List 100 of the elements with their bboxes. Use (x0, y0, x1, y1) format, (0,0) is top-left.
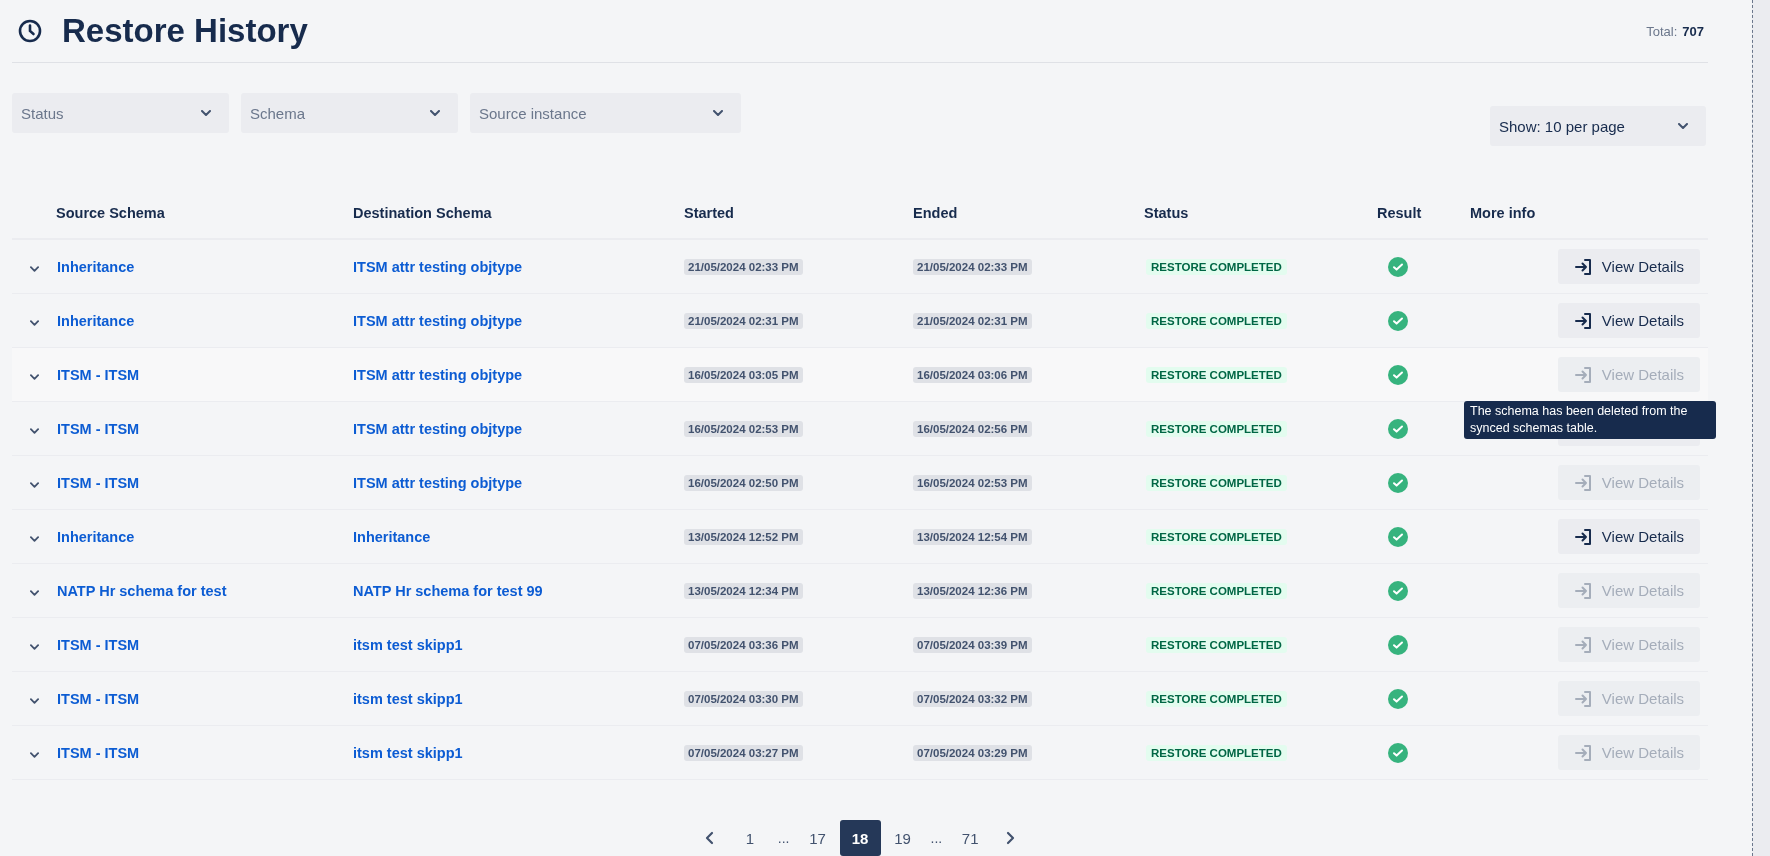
destination-schema-link[interactable]: ITSM attr testing objtype (353, 474, 523, 491)
source-schema-link[interactable]: ITSM - ITSM (57, 690, 140, 707)
filter-dropdown[interactable]: Status (12, 93, 229, 133)
source-schema-link[interactable]: ITSM - ITSM (57, 474, 140, 491)
source-schema-link[interactable]: Inheritance (57, 312, 135, 329)
end-date-tag: 07/05/2024 03:39 PM (913, 637, 1032, 653)
end-date-tag: 07/05/2024 03:29 PM (913, 745, 1032, 761)
column-header: Ended (913, 205, 958, 221)
destination-schema-link[interactable]: NATP Hr schema for test 99 (353, 582, 543, 599)
page-button[interactable]: 1 (731, 820, 768, 856)
destination-schema-link[interactable]: itsm test skipp1 (353, 690, 463, 707)
chevron-left-icon (704, 831, 715, 845)
start-date-tag: 07/05/2024 03:30 PM (684, 691, 803, 707)
start-date-tag: 07/05/2024 03:27 PM (684, 745, 803, 761)
status-lozenge: RESTORE COMPLETED (1146, 475, 1287, 491)
column-header: Result (1377, 205, 1422, 221)
page-button[interactable]: 71 (952, 820, 989, 856)
expand-chevron-icon (29, 481, 39, 488)
page-ellipsis: ... (929, 830, 944, 846)
page-title: Restore History (62, 12, 308, 50)
page-size-dropdown[interactable]: Show: 10 per page (1490, 106, 1706, 146)
destination-schema-link[interactable]: itsm test skipp1 (353, 636, 463, 653)
start-date-tag: 16/05/2024 02:53 PM (684, 421, 803, 437)
enter-icon (1573, 526, 1594, 547)
column-header: Destination Schema (353, 205, 492, 221)
source-schema-link[interactable]: ITSM - ITSM (57, 366, 140, 383)
source-schema-link[interactable]: NATP Hr schema for test (57, 582, 227, 599)
status-lozenge: RESTORE COMPLETED (1146, 421, 1287, 437)
expand-chevron-icon (29, 643, 39, 650)
end-date-tag: 07/05/2024 03:32 PM (913, 691, 1032, 707)
start-date-tag: 13/05/2024 12:52 PM (684, 529, 803, 545)
end-date-tag: 16/05/2024 02:56 PM (913, 421, 1032, 437)
end-date-tag: 13/05/2024 12:54 PM (913, 529, 1032, 545)
expand-chevron-icon (29, 319, 39, 326)
status-lozenge: RESTORE COMPLETED (1146, 691, 1287, 707)
enter-icon (1573, 688, 1594, 709)
column-header: More info (1470, 205, 1536, 221)
source-schema-link[interactable]: ITSM - ITSM (57, 636, 140, 653)
column-header: Source Schema (56, 205, 165, 221)
destination-schema-link[interactable]: ITSM attr testing objtype (353, 258, 523, 275)
end-date-tag: 16/05/2024 02:53 PM (913, 475, 1032, 491)
column-header: Started (684, 205, 734, 221)
filter-dropdown[interactable]: Schema (241, 93, 458, 133)
view-details-button[interactable]: View Details (1558, 303, 1700, 338)
enter-icon (1573, 364, 1594, 385)
expand-chevron-icon (29, 427, 39, 434)
source-schema-link[interactable]: ITSM - ITSM (57, 744, 140, 761)
view-details-button[interactable]: View Details (1558, 249, 1700, 284)
page-ellipsis: ... (776, 830, 791, 846)
column-header: Status (1144, 205, 1189, 221)
expand-chevron-icon (29, 589, 39, 596)
destination-schema-link[interactable]: Inheritance (353, 528, 431, 545)
start-date-tag: 13/05/2024 12:34 PM (684, 583, 803, 599)
expand-chevron-icon (29, 697, 39, 704)
enter-icon (1573, 256, 1594, 277)
end-date-tag: 21/05/2024 02:31 PM (913, 313, 1032, 329)
filter-dropdown[interactable]: Source instance (470, 93, 741, 133)
end-date-tag: 16/05/2024 03:06 PM (913, 367, 1032, 383)
chevron-down-icon (430, 110, 440, 116)
enter-icon (1573, 634, 1594, 655)
expand-chevron-icon (29, 751, 39, 758)
destination-schema-link[interactable]: ITSM attr testing objtype (353, 312, 523, 329)
chevron-down-icon (201, 110, 211, 116)
expand-chevron-icon (29, 373, 39, 380)
clock-icon (18, 19, 42, 43)
start-date-tag: 16/05/2024 03:05 PM (684, 367, 803, 383)
end-date-tag: 13/05/2024 12:36 PM (913, 583, 1032, 599)
enter-icon (1573, 472, 1594, 493)
destination-schema-link[interactable]: itsm test skipp1 (353, 744, 463, 761)
chevron-down-icon (713, 110, 723, 116)
enter-icon (1573, 310, 1594, 331)
source-schema-link[interactable]: Inheritance (57, 258, 135, 275)
enter-icon (1573, 742, 1594, 763)
start-date-tag: 16/05/2024 02:50 PM (684, 475, 803, 491)
status-lozenge: RESTORE COMPLETED (1146, 367, 1287, 383)
end-date-tag: 21/05/2024 02:33 PM (913, 259, 1032, 275)
start-date-tag: 07/05/2024 03:36 PM (684, 637, 803, 653)
status-lozenge: RESTORE COMPLETED (1146, 637, 1287, 653)
status-lozenge: RESTORE COMPLETED (1146, 529, 1287, 545)
chevron-right-icon (1005, 831, 1016, 845)
source-schema-link[interactable]: ITSM - ITSM (57, 420, 140, 437)
chevron-down-icon (1678, 123, 1688, 129)
page-button[interactable]: 18 (839, 820, 881, 856)
expand-chevron-icon (29, 265, 39, 272)
total-label: Total: (1646, 23, 1678, 39)
page-button[interactable]: 17 (799, 820, 836, 856)
tooltip: The schema has been deleted from the synced schemas table. (1464, 401, 1716, 439)
start-date-tag: 21/05/2024 02:33 PM (684, 259, 803, 275)
status-lozenge: RESTORE COMPLETED (1146, 313, 1287, 329)
page-button[interactable]: 19 (884, 820, 921, 856)
destination-schema-link[interactable]: ITSM attr testing objtype (353, 420, 523, 437)
destination-schema-link[interactable]: ITSM attr testing objtype (353, 366, 523, 383)
enter-icon (1573, 580, 1594, 601)
status-lozenge: RESTORE COMPLETED (1146, 583, 1287, 599)
total-count: 707 (1682, 23, 1704, 39)
view-details-button[interactable]: View Details (1558, 519, 1700, 554)
source-schema-link[interactable]: Inheritance (57, 528, 135, 545)
start-date-tag: 21/05/2024 02:31 PM (684, 313, 803, 329)
status-lozenge: RESTORE COMPLETED (1146, 259, 1287, 275)
status-lozenge: RESTORE COMPLETED (1146, 745, 1287, 761)
